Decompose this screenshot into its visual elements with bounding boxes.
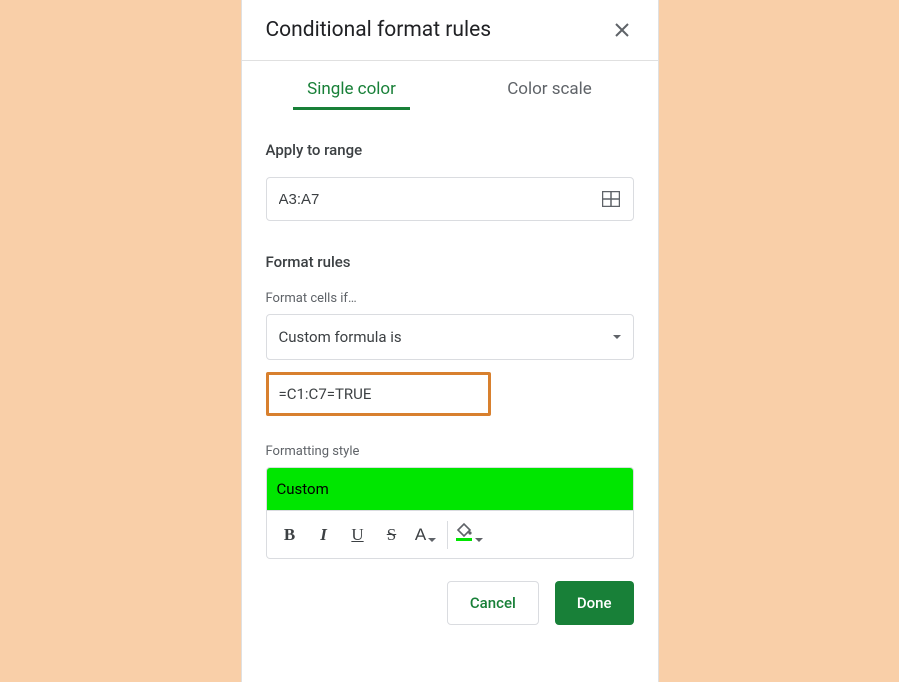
tabs: Single color Color scale bbox=[242, 67, 658, 109]
text-color-button[interactable]: A bbox=[409, 517, 443, 553]
tab-single-color[interactable]: Single color bbox=[301, 67, 402, 109]
condition-dropdown[interactable]: Custom formula is bbox=[266, 314, 634, 360]
range-field-row bbox=[266, 177, 634, 221]
strikethrough-button[interactable]: S bbox=[375, 517, 409, 553]
section-apply-range: Apply to range bbox=[242, 109, 658, 221]
formatting-style-label: Formatting style bbox=[266, 444, 634, 459]
conditional-format-panel: Conditional format rules Single color Co… bbox=[241, 0, 659, 682]
format-cells-if-label: Format cells if… bbox=[266, 291, 634, 306]
bold-button[interactable]: B bbox=[273, 517, 307, 553]
panel-header: Conditional format rules bbox=[242, 0, 658, 60]
grid-icon bbox=[602, 191, 620, 207]
close-icon bbox=[615, 23, 629, 37]
section-format-rules: Format rules Format cells if… Custom for… bbox=[242, 221, 658, 559]
text-color-icon: A bbox=[415, 525, 426, 545]
style-preview[interactable]: Custom bbox=[266, 467, 634, 511]
formula-value: =C1:C7=TRUE bbox=[279, 385, 372, 403]
panel-title: Conditional format rules bbox=[266, 18, 492, 42]
formatting-toolbar: B I U S A bbox=[266, 511, 634, 559]
close-button[interactable] bbox=[610, 18, 634, 42]
fill-color-icon bbox=[455, 522, 473, 547]
chevron-down-icon bbox=[475, 538, 483, 542]
footer-buttons: Cancel Done bbox=[242, 559, 658, 647]
formula-input[interactable]: =C1:C7=TRUE bbox=[266, 372, 491, 416]
toolbar-divider bbox=[447, 521, 448, 549]
chevron-down-icon bbox=[428, 538, 436, 542]
format-rules-label: Format rules bbox=[266, 253, 634, 271]
chevron-down-icon bbox=[613, 335, 621, 339]
italic-button[interactable]: I bbox=[307, 517, 341, 553]
fill-color-button[interactable] bbox=[452, 517, 486, 553]
cancel-button[interactable]: Cancel bbox=[447, 581, 539, 625]
apply-to-range-label: Apply to range bbox=[266, 141, 634, 159]
underline-button[interactable]: U bbox=[341, 517, 375, 553]
done-button[interactable]: Done bbox=[555, 581, 634, 625]
range-input[interactable] bbox=[267, 178, 589, 220]
style-preview-label: Custom bbox=[277, 480, 329, 498]
header-divider bbox=[242, 60, 658, 61]
tab-color-scale[interactable]: Color scale bbox=[501, 67, 598, 109]
condition-dropdown-value: Custom formula is bbox=[279, 328, 402, 346]
range-picker-button[interactable] bbox=[589, 178, 633, 220]
